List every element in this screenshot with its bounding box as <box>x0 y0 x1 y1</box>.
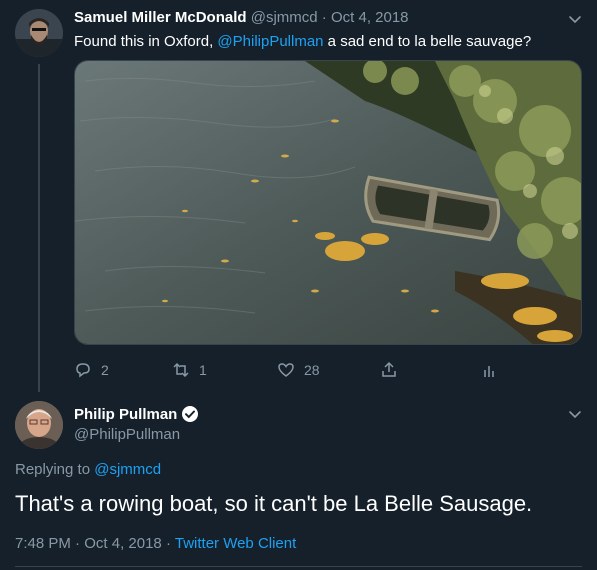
tweet1-separator: · <box>321 9 327 26</box>
tweet1-text-after: a sad end to la belle sauvage? <box>323 33 532 50</box>
analytics-icon <box>484 366 494 377</box>
divider <box>15 566 582 567</box>
retweet-action[interactable]: 1 <box>172 358 207 382</box>
thread-connector-line <box>38 64 40 392</box>
reply-action[interactable]: 2 <box>74 358 109 382</box>
analytics-action[interactable] <box>480 358 498 382</box>
tweet2-meta: 7:48 PM · Oct 4, 2018 · Twitter Web Clie… <box>15 535 296 552</box>
tweet1-photo[interactable] <box>74 60 582 345</box>
tweet2-client-link[interactable]: Twitter Web Client <box>175 535 296 552</box>
like-count: 28 <box>304 362 320 378</box>
share-action[interactable] <box>380 358 398 382</box>
avatar-philip-pullman[interactable] <box>15 401 63 449</box>
tweet1-mention-link[interactable]: @PhilipPullman <box>217 33 323 50</box>
chevron-down-icon[interactable] <box>566 405 584 423</box>
replying-to-line: Replying to @sjmmcd <box>15 461 161 478</box>
heart-icon <box>278 363 294 377</box>
tweet1-action-bar: 2 1 28 <box>74 358 582 386</box>
retweet-count: 1 <box>199 362 207 378</box>
tweet2-date[interactable]: Oct 4, 2018 <box>84 535 162 552</box>
tweet2-text: That's a rowing boat, so it can't be La … <box>15 491 533 516</box>
tweet2-time[interactable]: 7:48 PM <box>15 535 71 552</box>
tweet1-header: Samuel Miller McDonald @sjmmcd · Oct 4, … <box>74 9 409 26</box>
tweet1-date[interactable]: Oct 4, 2018 <box>331 9 409 26</box>
chevron-down-icon[interactable] <box>566 10 584 28</box>
tweet1-handle[interactable]: @sjmmcd <box>251 9 318 26</box>
reply-icon <box>76 363 90 378</box>
tweet2-author-name[interactable]: Philip Pullman <box>74 406 177 423</box>
share-icon <box>382 361 396 377</box>
tweet2-handle[interactable]: @PhilipPullman <box>74 426 180 443</box>
tweet2-separator-2: · <box>165 535 171 552</box>
verified-badge-icon <box>182 406 199 422</box>
replying-to-mention[interactable]: @sjmmcd <box>94 461 161 478</box>
avatar-samuel[interactable] <box>15 9 63 57</box>
retweet-icon <box>173 362 189 378</box>
tweet1-author-name[interactable]: Samuel Miller McDonald <box>74 9 247 26</box>
tweet2-author: Philip Pullman <box>74 405 199 423</box>
tweet2-separator-1: · <box>75 535 81 552</box>
replying-prefix: Replying to <box>15 461 95 478</box>
tweet1-text-before: Found this in Oxford, <box>74 33 218 50</box>
like-action[interactable]: 28 <box>277 358 320 382</box>
tweet1-text: Found this in Oxford, @PhilipPullman a s… <box>74 33 531 50</box>
reply-count: 2 <box>101 362 109 378</box>
